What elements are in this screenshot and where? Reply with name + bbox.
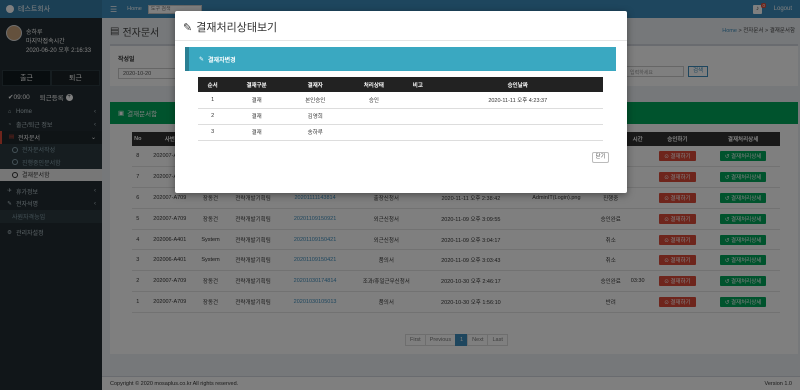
process-status: 승인 [344, 92, 404, 109]
modal-table-row: 2 결재 김영희 [198, 108, 603, 125]
approver-panel-header: ✎ 결재자변경 [185, 47, 616, 71]
process-status [344, 124, 404, 141]
approver-name: 김영희 [285, 108, 345, 125]
approval-type: 결재 [227, 124, 286, 141]
modal-table-header: 순서 [198, 77, 228, 92]
edit-icon: ✎ [183, 21, 193, 34]
modal-table-header: 승인날짜 [432, 77, 603, 92]
approval-status-table: 순서 결재구분 결재자 처리상태 비고 승인날짜 1 결재 본인승인 승인 2020-11-11 … [198, 77, 603, 141]
modal-table-row: 3 결재 송하루 [198, 124, 603, 141]
approval-type: 결재 [227, 108, 286, 125]
approval-date [432, 108, 603, 125]
modal-table-header: 비고 [403, 77, 433, 92]
note [403, 124, 433, 141]
approval-order: 1 [198, 92, 228, 109]
approver-name: 본인승인 [285, 92, 345, 109]
approval-order: 2 [198, 108, 228, 125]
note [403, 108, 433, 125]
close-button[interactable]: 닫기 [592, 152, 609, 163]
process-status [344, 108, 404, 125]
modal-table-header: 결재구분 [227, 77, 286, 92]
modal-table-row: 1 결재 본인승인 승인 2020-11-11 오후 4:23:37 [198, 92, 603, 109]
modal-divider [175, 40, 627, 41]
approver-name: 송하루 [285, 124, 345, 141]
modal-title: ✎ 결재처리상태보기 [183, 21, 278, 35]
modal-table-header: 결재자 [285, 77, 345, 92]
approval-type: 결재 [227, 92, 286, 109]
approval-order: 3 [198, 124, 228, 141]
modal-table-header: 처리상태 [344, 77, 404, 92]
approval-date [432, 124, 603, 141]
approval-status-modal: ✎ 결재처리상태보기 ✎ 결재자변경 순서 결재구분 결재자 처리상태 비고 승인날짜 1 결재… [175, 11, 627, 193]
edit-icon: ✎ [199, 56, 205, 63]
approval-date: 2020-11-11 오후 4:23:37 [432, 92, 603, 109]
note [403, 92, 433, 109]
